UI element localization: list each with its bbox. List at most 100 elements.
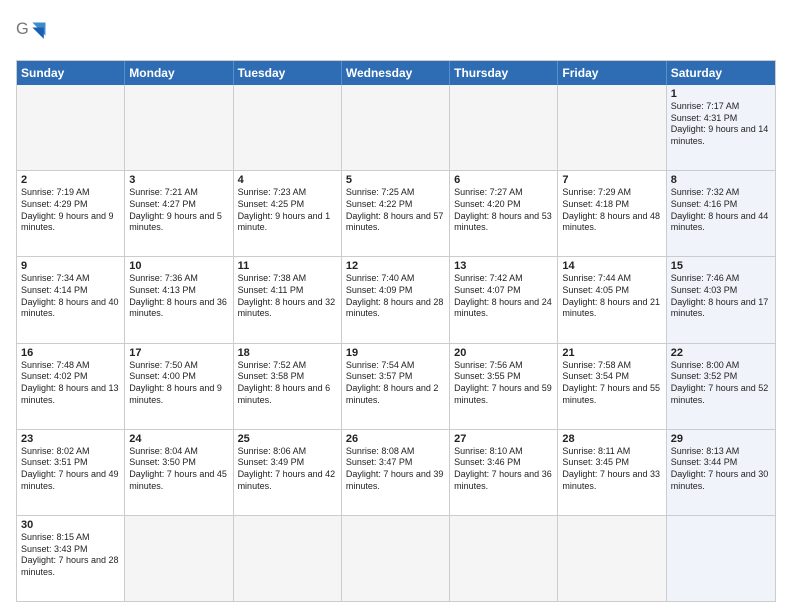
sun-info: Sunrise: 7:34 AM Sunset: 4:14 PM Dayligh…: [21, 273, 120, 320]
day-number: 25: [238, 433, 337, 445]
day-number: 14: [562, 260, 661, 272]
sun-info: Sunrise: 7:17 AM Sunset: 4:31 PM Dayligh…: [671, 101, 771, 148]
day-number: 24: [129, 433, 228, 445]
day-number: 29: [671, 433, 771, 445]
calendar-cell-day-3: 3Sunrise: 7:21 AM Sunset: 4:27 PM Daylig…: [125, 171, 233, 256]
day-number: 4: [238, 174, 337, 186]
day-number: 15: [671, 260, 771, 272]
day-number: 3: [129, 174, 228, 186]
sun-info: Sunrise: 7:27 AM Sunset: 4:20 PM Dayligh…: [454, 187, 553, 234]
calendar-row-4: 23Sunrise: 8:02 AM Sunset: 3:51 PM Dayli…: [17, 430, 775, 516]
calendar-row-3: 16Sunrise: 7:48 AM Sunset: 4:02 PM Dayli…: [17, 344, 775, 430]
sun-info: Sunrise: 7:46 AM Sunset: 4:03 PM Dayligh…: [671, 273, 771, 320]
day-number: 21: [562, 347, 661, 359]
calendar-cell-empty: [342, 516, 450, 601]
header-day-wednesday: Wednesday: [342, 61, 450, 85]
calendar-cell-day-14: 14Sunrise: 7:44 AM Sunset: 4:05 PM Dayli…: [558, 257, 666, 342]
day-number: 22: [671, 347, 771, 359]
header-day-tuesday: Tuesday: [234, 61, 342, 85]
header-day-sunday: Sunday: [17, 61, 125, 85]
calendar-cell-day-19: 19Sunrise: 7:54 AM Sunset: 3:57 PM Dayli…: [342, 344, 450, 429]
calendar-cell-day-21: 21Sunrise: 7:58 AM Sunset: 3:54 PM Dayli…: [558, 344, 666, 429]
sun-info: Sunrise: 7:23 AM Sunset: 4:25 PM Dayligh…: [238, 187, 337, 234]
sun-info: Sunrise: 7:56 AM Sunset: 3:55 PM Dayligh…: [454, 360, 553, 407]
sun-info: Sunrise: 8:10 AM Sunset: 3:46 PM Dayligh…: [454, 446, 553, 493]
calendar-body: 1Sunrise: 7:17 AM Sunset: 4:31 PM Daylig…: [17, 85, 775, 601]
sun-info: Sunrise: 7:21 AM Sunset: 4:27 PM Dayligh…: [129, 187, 228, 234]
sun-info: Sunrise: 7:48 AM Sunset: 4:02 PM Dayligh…: [21, 360, 120, 407]
calendar: SundayMondayTuesdayWednesdayThursdayFrid…: [16, 60, 776, 602]
day-number: 7: [562, 174, 661, 186]
calendar-cell-day-17: 17Sunrise: 7:50 AM Sunset: 4:00 PM Dayli…: [125, 344, 233, 429]
day-number: 10: [129, 260, 228, 272]
day-number: 11: [238, 260, 337, 272]
header-day-monday: Monday: [125, 61, 233, 85]
calendar-cell-day-7: 7Sunrise: 7:29 AM Sunset: 4:18 PM Daylig…: [558, 171, 666, 256]
logo: G: [16, 16, 56, 52]
calendar-cell-day-29: 29Sunrise: 8:13 AM Sunset: 3:44 PM Dayli…: [667, 430, 775, 515]
day-number: 13: [454, 260, 553, 272]
calendar-cell-empty: [125, 85, 233, 170]
sun-info: Sunrise: 8:13 AM Sunset: 3:44 PM Dayligh…: [671, 446, 771, 493]
day-number: 2: [21, 174, 120, 186]
calendar-cell-day-16: 16Sunrise: 7:48 AM Sunset: 4:02 PM Dayli…: [17, 344, 125, 429]
header-day-friday: Friday: [558, 61, 666, 85]
calendar-row-2: 9Sunrise: 7:34 AM Sunset: 4:14 PM Daylig…: [17, 257, 775, 343]
sun-info: Sunrise: 7:36 AM Sunset: 4:13 PM Dayligh…: [129, 273, 228, 320]
calendar-cell-day-1: 1Sunrise: 7:17 AM Sunset: 4:31 PM Daylig…: [667, 85, 775, 170]
day-number: 18: [238, 347, 337, 359]
sun-info: Sunrise: 8:08 AM Sunset: 3:47 PM Dayligh…: [346, 446, 445, 493]
calendar-cell-day-24: 24Sunrise: 8:04 AM Sunset: 3:50 PM Dayli…: [125, 430, 233, 515]
header: G: [16, 16, 776, 52]
calendar-cell-day-11: 11Sunrise: 7:38 AM Sunset: 4:11 PM Dayli…: [234, 257, 342, 342]
calendar-cell-day-27: 27Sunrise: 8:10 AM Sunset: 3:46 PM Dayli…: [450, 430, 558, 515]
calendar-row-5: 30Sunrise: 8:15 AM Sunset: 3:43 PM Dayli…: [17, 516, 775, 601]
sun-info: Sunrise: 7:38 AM Sunset: 4:11 PM Dayligh…: [238, 273, 337, 320]
calendar-cell-empty: [558, 85, 666, 170]
calendar-cell-day-6: 6Sunrise: 7:27 AM Sunset: 4:20 PM Daylig…: [450, 171, 558, 256]
calendar-cell-empty: [234, 85, 342, 170]
calendar-cell-day-26: 26Sunrise: 8:08 AM Sunset: 3:47 PM Dayli…: [342, 430, 450, 515]
day-number: 17: [129, 347, 228, 359]
calendar-cell-day-22: 22Sunrise: 8:00 AM Sunset: 3:52 PM Dayli…: [667, 344, 775, 429]
day-number: 26: [346, 433, 445, 445]
sun-info: Sunrise: 7:54 AM Sunset: 3:57 PM Dayligh…: [346, 360, 445, 407]
page: G SundayMondayTuesdayWednesdayThursdayFr…: [0, 0, 792, 612]
calendar-cell-empty: [558, 516, 666, 601]
calendar-cell-empty: [234, 516, 342, 601]
day-number: 16: [21, 347, 120, 359]
sun-info: Sunrise: 7:42 AM Sunset: 4:07 PM Dayligh…: [454, 273, 553, 320]
day-number: 1: [671, 88, 771, 100]
day-number: 6: [454, 174, 553, 186]
calendar-cell-empty: [342, 85, 450, 170]
sun-info: Sunrise: 7:44 AM Sunset: 4:05 PM Dayligh…: [562, 273, 661, 320]
calendar-cell-day-2: 2Sunrise: 7:19 AM Sunset: 4:29 PM Daylig…: [17, 171, 125, 256]
calendar-cell-empty: [17, 85, 125, 170]
day-number: 19: [346, 347, 445, 359]
sun-info: Sunrise: 7:40 AM Sunset: 4:09 PM Dayligh…: [346, 273, 445, 320]
sun-info: Sunrise: 8:00 AM Sunset: 3:52 PM Dayligh…: [671, 360, 771, 407]
sun-info: Sunrise: 7:32 AM Sunset: 4:16 PM Dayligh…: [671, 187, 771, 234]
day-number: 9: [21, 260, 120, 272]
sun-info: Sunrise: 8:04 AM Sunset: 3:50 PM Dayligh…: [129, 446, 228, 493]
sun-info: Sunrise: 8:06 AM Sunset: 3:49 PM Dayligh…: [238, 446, 337, 493]
calendar-cell-day-20: 20Sunrise: 7:56 AM Sunset: 3:55 PM Dayli…: [450, 344, 558, 429]
calendar-header: SundayMondayTuesdayWednesdayThursdayFrid…: [17, 61, 775, 85]
header-day-saturday: Saturday: [667, 61, 775, 85]
calendar-cell-empty: [450, 85, 558, 170]
calendar-cell-day-13: 13Sunrise: 7:42 AM Sunset: 4:07 PM Dayli…: [450, 257, 558, 342]
calendar-cell-day-28: 28Sunrise: 8:11 AM Sunset: 3:45 PM Dayli…: [558, 430, 666, 515]
calendar-cell-day-18: 18Sunrise: 7:52 AM Sunset: 3:58 PM Dayli…: [234, 344, 342, 429]
sun-info: Sunrise: 7:58 AM Sunset: 3:54 PM Dayligh…: [562, 360, 661, 407]
day-number: 8: [671, 174, 771, 186]
sun-info: Sunrise: 7:29 AM Sunset: 4:18 PM Dayligh…: [562, 187, 661, 234]
calendar-cell-day-8: 8Sunrise: 7:32 AM Sunset: 4:16 PM Daylig…: [667, 171, 775, 256]
sun-info: Sunrise: 7:50 AM Sunset: 4:00 PM Dayligh…: [129, 360, 228, 407]
day-number: 20: [454, 347, 553, 359]
day-number: 30: [21, 519, 120, 531]
calendar-cell-day-5: 5Sunrise: 7:25 AM Sunset: 4:22 PM Daylig…: [342, 171, 450, 256]
sun-info: Sunrise: 8:15 AM Sunset: 3:43 PM Dayligh…: [21, 532, 120, 579]
sun-info: Sunrise: 7:52 AM Sunset: 3:58 PM Dayligh…: [238, 360, 337, 407]
general-blue-logo-icon: G: [16, 16, 52, 52]
calendar-cell-empty: [125, 516, 233, 601]
